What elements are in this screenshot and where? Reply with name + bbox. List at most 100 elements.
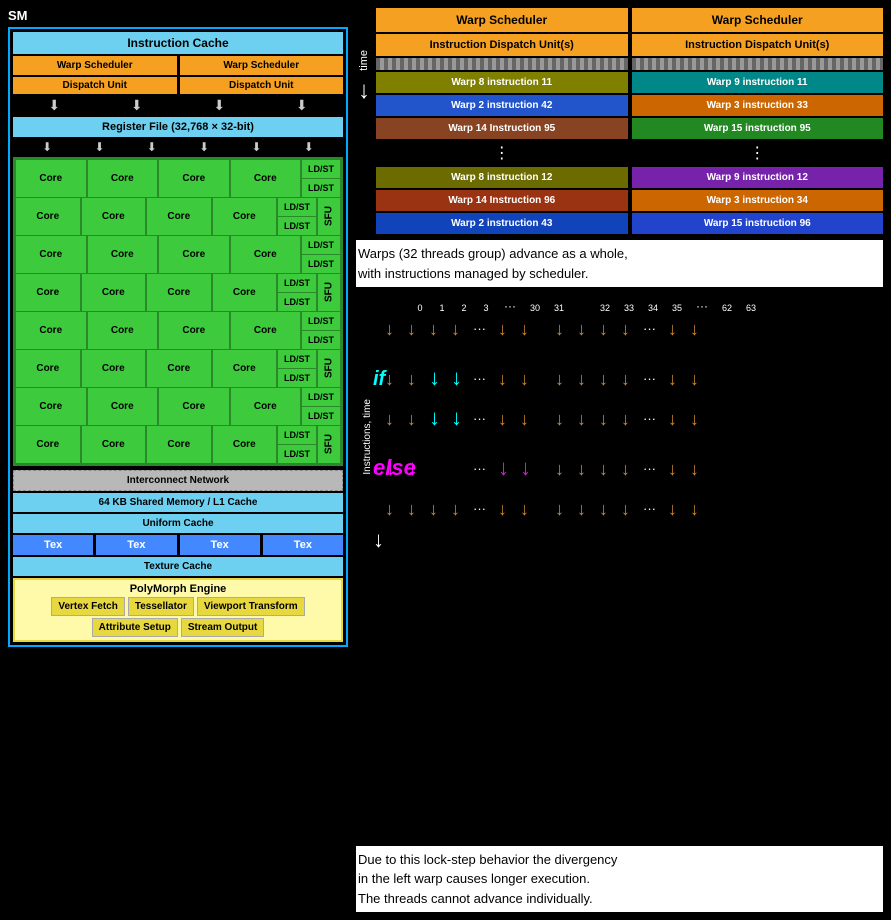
- thread-nums-group4: 62 63: [716, 303, 762, 313]
- svg-text:···: ···: [473, 501, 486, 516]
- wi-right-4: Warp 9 instruction 12: [632, 167, 884, 188]
- polymorph-title: PolyMorph Engine: [18, 583, 338, 595]
- tnum-3: 3: [476, 303, 496, 313]
- wi-left-4: Warp 8 instruction 12: [376, 167, 628, 188]
- core-3-3: Core: [159, 236, 229, 273]
- right-panel: time ↓ Warp Scheduler Instruction Dispat…: [348, 8, 883, 912]
- divergence-body: Instructions, time ↓ ↓ ↓ ↓ ··· ↓ ↓ ↓ ↓ ↓…: [358, 317, 881, 557]
- core-1-3: Core: [159, 160, 229, 197]
- tex-row: Tex Tex Tex Tex: [13, 535, 343, 555]
- core-2-3: Core: [147, 198, 211, 235]
- arrow-rf-2: ⬇: [94, 140, 104, 154]
- svg-text:···: ···: [643, 501, 656, 516]
- core-7-4: Core: [231, 388, 301, 425]
- arrow-down-2: ⬇: [131, 97, 143, 114]
- arrows-down-row: ⬇ ⬇ ⬇ ⬇: [13, 96, 343, 115]
- sfu-3: SFU: [318, 350, 340, 387]
- time-label: time: [356, 48, 372, 73]
- svg-text:↓: ↓: [577, 499, 586, 519]
- tex-unit-2: Tex: [96, 535, 176, 555]
- wi-right-dots: ⋮: [632, 141, 884, 165]
- svg-text:↓: ↓: [451, 405, 462, 430]
- svg-text:↓: ↓: [599, 409, 608, 429]
- arrow-rf-6: ⬇: [304, 140, 314, 154]
- core-row-6: Core Core Core Core LD/ST LD/ST SFU: [16, 350, 340, 387]
- wi-left-dots: ⋮: [376, 141, 628, 165]
- svg-text:···: ···: [643, 371, 656, 386]
- svg-text:↓: ↓: [498, 499, 507, 519]
- wi-right-1: Warp 9 instruction 11: [632, 72, 884, 93]
- tnum-33: 33: [618, 303, 640, 313]
- ldst-stack-1: LD/ST LD/ST: [302, 160, 340, 197]
- svg-text:↓: ↓: [668, 319, 677, 339]
- ws-header-right: Warp Scheduler: [632, 8, 884, 32]
- idu-header-left: Instruction Dispatch Unit(s): [376, 34, 628, 56]
- core-2-2: Core: [82, 198, 146, 235]
- warp-diagram-container: time ↓ Warp Scheduler Instruction Dispat…: [356, 8, 883, 234]
- svg-text:↓: ↓: [690, 459, 699, 479]
- tnum-30: 30: [524, 303, 546, 313]
- interconnect-network: Interconnect Network: [13, 470, 343, 491]
- svg-text:↓: ↓: [407, 499, 416, 519]
- core-4-4: Core: [213, 274, 277, 311]
- divergence-diagram: 0 1 2 3 ··· 30 31 32 33 34 35 ··· 62 63: [356, 293, 883, 840]
- ldst-stack-3: LD/ST LD/ST: [302, 236, 340, 273]
- wi-left-6: Warp 2 instruction 43: [376, 213, 628, 234]
- register-file: Register File (32,768 × 32-bit): [13, 117, 343, 137]
- svg-text:↓: ↓: [429, 499, 438, 519]
- core-8-1: Core: [16, 426, 80, 463]
- svg-text:↓: ↓: [621, 319, 630, 339]
- description-2: Due to this lock-step behavior the diver…: [356, 846, 883, 913]
- svg-text:↓: ↓: [577, 319, 586, 339]
- svg-text:↓: ↓: [577, 459, 586, 479]
- instructions-time-label: Instructions, time: [358, 399, 373, 475]
- svg-text:↓: ↓: [577, 409, 586, 429]
- svg-text:···: ···: [473, 321, 486, 336]
- vertex-fetch-btn: Vertex Fetch: [51, 597, 124, 616]
- ldst-6-1: LD/ST: [278, 350, 316, 368]
- attribute-setup-btn: Attribute Setup: [92, 618, 178, 637]
- core-5-3: Core: [159, 312, 229, 349]
- svg-text:↓: ↓: [385, 319, 394, 339]
- warp-col-left: Warp Scheduler Instruction Dispatch Unit…: [376, 8, 628, 234]
- ldst-4-1: LD/ST: [278, 274, 316, 292]
- instruction-cache: Instruction Cache: [13, 32, 343, 54]
- core-6-4: Core: [213, 350, 277, 387]
- svg-text:↓: ↓: [407, 455, 418, 480]
- texture-cache: Texture Cache: [13, 557, 343, 576]
- sfu-2: SFU: [318, 274, 340, 311]
- viewport-transform-btn: Viewport Transform: [197, 597, 305, 616]
- ldst-stack-5: LD/ST LD/ST: [302, 312, 340, 349]
- uniform-cache: Uniform Cache: [13, 514, 343, 533]
- svg-text:↓: ↓: [520, 455, 531, 480]
- arrow-down-3: ⬇: [213, 97, 225, 114]
- tessellator-btn: Tessellator: [128, 597, 194, 616]
- svg-text:↓: ↓: [498, 409, 507, 429]
- description-1: Warps (32 threads group) advance as a wh…: [356, 240, 883, 287]
- core-1-2: Core: [88, 160, 158, 197]
- core-row-8: Core Core Core Core LD/ST LD/ST SFU: [16, 426, 340, 463]
- svg-text:↓: ↓: [451, 319, 460, 339]
- core-6-1: Core: [16, 350, 80, 387]
- ldst-4-2: LD/ST: [278, 293, 316, 311]
- core-5-4: Core: [231, 312, 301, 349]
- ws-header-left: Warp Scheduler: [376, 8, 628, 32]
- ldst-8-2: LD/ST: [278, 445, 316, 463]
- svg-text:↓: ↓: [555, 409, 564, 429]
- svg-text:↓: ↓: [429, 405, 440, 430]
- wi-left-1: Warp 8 instruction 11: [376, 72, 628, 93]
- ldst-3-2: LD/ST: [302, 255, 340, 273]
- wi-left-2: Warp 2 instruction 42: [376, 95, 628, 116]
- core-2-1: Core: [16, 198, 80, 235]
- svg-text:↓: ↓: [621, 409, 630, 429]
- core-row-1: Core Core Core Core LD/ST LD/ST: [16, 160, 340, 197]
- thread-nums-group2: 30 31: [524, 303, 570, 313]
- arrow-rf-5: ⬇: [251, 140, 261, 154]
- svg-text:↓: ↓: [373, 527, 384, 552]
- core-row-3: Core Core Core Core LD/ST LD/ST: [16, 236, 340, 273]
- warp-scheduler-row: Warp Scheduler Warp Scheduler: [13, 56, 343, 75]
- svg-text:↓: ↓: [668, 369, 677, 389]
- svg-text:···: ···: [473, 411, 486, 426]
- core-4-1: Core: [16, 274, 80, 311]
- polymorph-engine-box: PolyMorph Engine Vertex Fetch Tessellato…: [13, 578, 343, 642]
